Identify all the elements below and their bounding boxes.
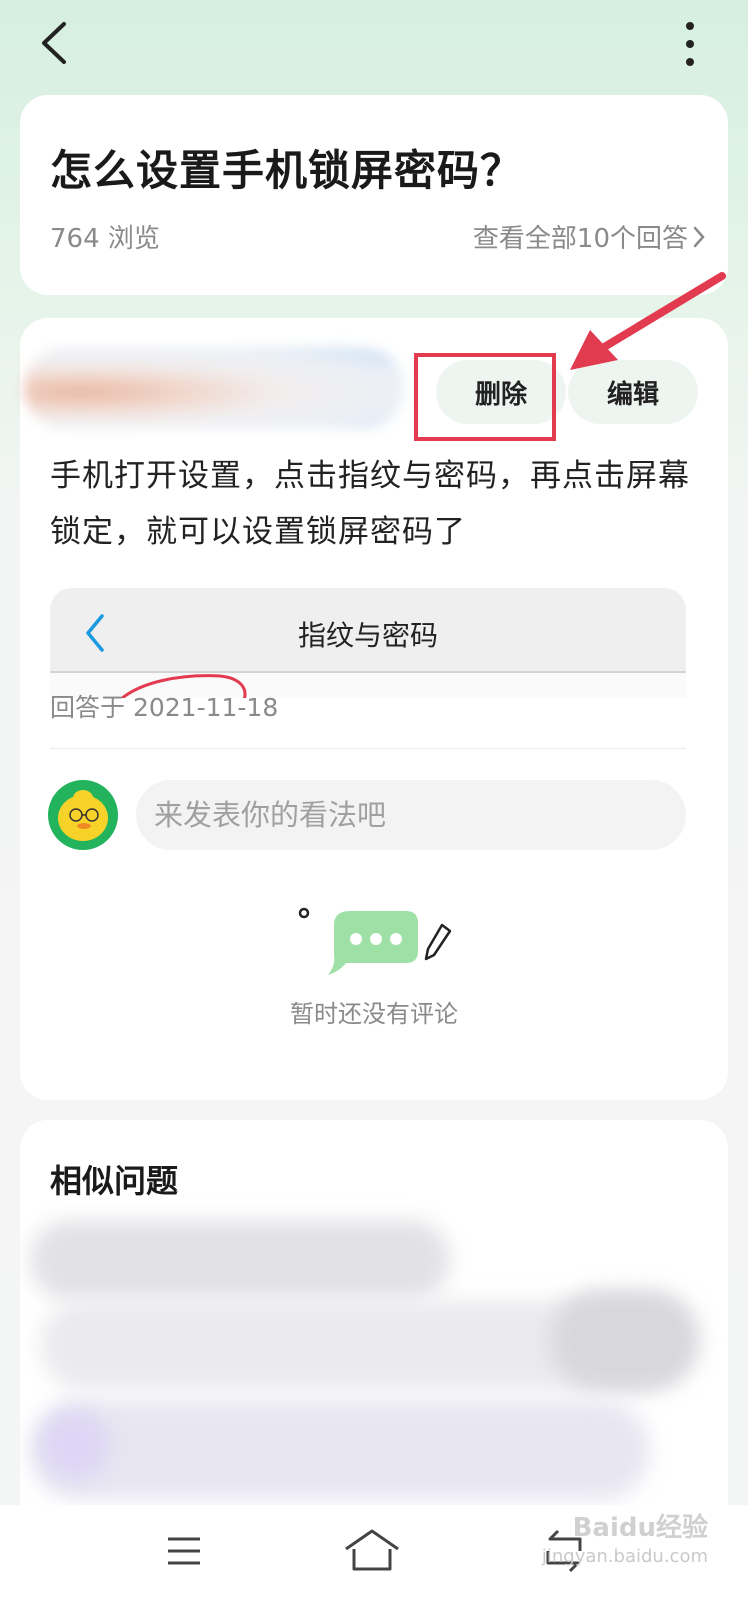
answer-card: 删除 编辑 手机打开设置，点击指纹与密码，再点击屏幕锁定，就可以设置锁屏密码了 … xyxy=(20,272,728,1100)
view-all-label: 查看全部10个回答 xyxy=(472,224,688,254)
divider xyxy=(50,748,686,749)
pencil-icon xyxy=(424,923,452,961)
home-icon[interactable] xyxy=(340,1525,404,1577)
similar-questions-title: 相似问题 xyxy=(50,1162,179,1200)
answer-image[interactable]: 指纹与密码 xyxy=(50,588,686,698)
similar-questions-card: 相似问题 xyxy=(20,1120,728,1540)
question-card: 怎么设置手机锁屏密码？ 764 浏览 查看全部10个回答 xyxy=(20,95,728,295)
system-nav-bar: Baidu经验 jingyan.baidu.com xyxy=(0,1505,748,1600)
watermark-brand: Baidu经验 xyxy=(572,1513,708,1543)
image-title: 指纹与密码 xyxy=(297,619,438,652)
watermark: Baidu经验 jingyan.baidu.com xyxy=(542,1515,708,1570)
more-vertical-icon[interactable] xyxy=(678,22,702,66)
back-arrow-icon[interactable] xyxy=(34,20,78,70)
answer-date: 回答于 2021-11-18 xyxy=(50,693,279,722)
watermark-url: jingyan.baidu.com xyxy=(541,1546,708,1567)
red-arrow-annotation xyxy=(570,272,726,370)
chevron-right-icon xyxy=(693,226,705,247)
answer-text: 手机打开设置，点击指纹与密码，再点击屏幕锁定，就可以设置锁屏密码了 xyxy=(50,458,690,550)
chat-bubble-icon xyxy=(298,907,452,975)
blurred-list-avatar xyxy=(40,1410,110,1480)
comment-input[interactable] xyxy=(136,780,686,850)
author-info-blurred xyxy=(24,348,404,428)
highlight-box xyxy=(414,353,556,441)
blurred-list-item[interactable] xyxy=(30,1220,450,1300)
blurred-list-item[interactable] xyxy=(550,1290,700,1390)
empty-comments-text: 暂时还没有评论 xyxy=(290,1000,458,1028)
view-count: 764 浏览 xyxy=(50,224,160,254)
question-title: 怎么设置手机锁屏密码？ xyxy=(50,146,524,195)
menu-icon[interactable] xyxy=(156,1525,212,1577)
view-all-answers-link[interactable]: 查看全部10个回答 xyxy=(473,218,706,255)
blurred-list-item[interactable] xyxy=(30,1400,650,1500)
avatar[interactable] xyxy=(48,780,118,850)
